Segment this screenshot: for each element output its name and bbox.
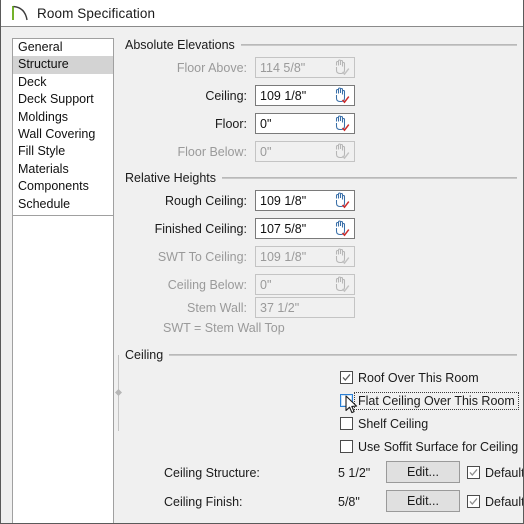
- hand-check-spinner-icon[interactable]: [332, 220, 351, 238]
- value-ceiling-finish: 5/8": [338, 495, 360, 509]
- sidebar-item-schedule[interactable]: Schedule: [13, 196, 113, 213]
- sidebar-item-deck-support[interactable]: Deck Support: [13, 91, 113, 108]
- edit-ceiling-structure-button[interactable]: Edit...: [386, 461, 460, 483]
- field-row-ceiling: Ceiling: 109 1/8": [125, 85, 355, 106]
- input-floor-above: 114 5/8": [255, 57, 355, 78]
- checkbox-label-ceiling-finish-default: Default: [485, 494, 524, 509]
- label-finished-ceiling: Finished Ceiling:: [154, 221, 247, 236]
- window-title: Room Specification: [37, 5, 156, 21]
- input-rough-ceiling[interactable]: 109 1/8": [255, 190, 355, 211]
- checkbox-flat-ceiling-over-this-room[interactable]: [340, 394, 353, 407]
- checkbox-label-use-soffit-surface-for-ceiling: Use Soffit Surface for Ceiling: [358, 439, 519, 454]
- label-ceiling: Ceiling:: [205, 88, 247, 103]
- hand-check-spinner-icon: [332, 143, 351, 161]
- sidebar-item-general[interactable]: General: [13, 39, 113, 56]
- label-ceiling-structure: Ceiling Structure:: [164, 466, 260, 480]
- field-row-ceiling-below: Ceiling Below: 0": [125, 274, 355, 295]
- checkbox-shelf-ceiling[interactable]: [340, 417, 353, 430]
- splitter-grip-icon[interactable]: [115, 389, 122, 396]
- hand-check-spinner-icon: [332, 248, 351, 266]
- checkbox-label-flat-ceiling-over-this-room: Flat Ceiling Over This Room: [354, 391, 519, 410]
- label-floor-below: Floor Below:: [177, 144, 247, 159]
- checkbox-row-use-soffit-surface-for-ceiling[interactable]: Use Soffit Surface for Ceiling: [340, 438, 518, 455]
- label-ceiling-below: Ceiling Below:: [167, 277, 247, 292]
- sidebar-item-wall-covering[interactable]: Wall Covering: [13, 126, 113, 143]
- group-divider: [222, 177, 517, 179]
- room-arc-icon: [10, 3, 32, 23]
- value-ceiling-structure: 5 1/2": [338, 466, 371, 480]
- hand-check-spinner-icon: [332, 59, 351, 77]
- input-floor-below-value: 0": [260, 144, 272, 159]
- group-header: Relative Heights: [125, 171, 517, 185]
- swt-footnote: SWT = Stem Wall Top: [163, 321, 285, 335]
- group-title-absolute-elevations: Absolute Elevations: [125, 38, 235, 52]
- input-floor[interactable]: 0": [255, 113, 355, 134]
- group-header: Absolute Elevations: [125, 38, 517, 52]
- label-ceiling-finish: Ceiling Finish:: [164, 495, 243, 509]
- input-swt-to-ceiling: 109 1/8": [255, 246, 355, 267]
- input-finished-ceiling[interactable]: 107 5/8": [255, 218, 355, 239]
- group-title-relative-heights: Relative Heights: [125, 171, 217, 185]
- room-specification-dialog: Room Specification General Structure Dec…: [0, 0, 524, 524]
- hand-check-spinner-icon[interactable]: [332, 87, 351, 105]
- panel-splitter[interactable]: [115, 355, 122, 431]
- checkbox-roof-over-this-room[interactable]: [340, 371, 353, 384]
- field-row-finished-ceiling: Finished Ceiling: 107 5/8": [125, 218, 355, 239]
- group-relative-heights: Relative Heights: [125, 171, 517, 185]
- checkbox-ceiling-finish-default[interactable]: [467, 495, 480, 508]
- input-stem-wall: 37 1/2": [255, 297, 355, 318]
- field-row-floor: Floor: 0": [125, 113, 355, 134]
- checkbox-row-shelf-ceiling[interactable]: Shelf Ceiling: [340, 415, 428, 432]
- field-row-floor-above: Floor Above: 114 5/8": [125, 57, 355, 78]
- hand-check-spinner-icon[interactable]: [332, 115, 351, 133]
- field-row-floor-below: Floor Below: 0": [125, 141, 355, 162]
- checkbox-label-shelf-ceiling: Shelf Ceiling: [358, 416, 429, 431]
- field-row-stem-wall: Stem Wall: 37 1/2": [125, 297, 355, 318]
- checkbox-use-soffit-surface-for-ceiling[interactable]: [340, 440, 353, 453]
- group-absolute-elevations: Absolute Elevations: [125, 38, 517, 52]
- input-floor-above-value: 114 5/8": [260, 60, 306, 75]
- hand-check-spinner-icon[interactable]: [332, 192, 351, 210]
- label-stem-wall: Stem Wall:: [187, 300, 247, 315]
- input-swt-to-ceiling-value: 109 1/8": [260, 249, 307, 264]
- input-floor-below: 0": [255, 141, 355, 162]
- field-row-rough-ceiling: Rough Ceiling: 109 1/8": [125, 190, 355, 211]
- input-rough-ceiling-value: 109 1/8": [260, 193, 307, 208]
- checkbox-row-roof-over-this-room[interactable]: Roof Over This Room: [340, 369, 479, 386]
- checkbox-row-ceiling-structure-default[interactable]: Default: [467, 464, 524, 481]
- edit-ceiling-finish-button[interactable]: Edit...: [386, 490, 460, 512]
- category-list[interactable]: General Structure Deck Deck Support Mold…: [12, 38, 114, 216]
- group-divider: [169, 354, 517, 356]
- checkbox-label-ceiling-structure-default: Default: [485, 465, 524, 480]
- checkbox-ceiling-structure-default[interactable]: [467, 466, 480, 479]
- label-floor-above: Floor Above:: [176, 60, 247, 75]
- input-ceiling-value: 109 1/8": [260, 88, 307, 103]
- group-divider: [240, 44, 517, 46]
- label-floor: Floor:: [215, 116, 247, 131]
- checkbox-row-ceiling-finish-default[interactable]: Default: [467, 493, 524, 510]
- input-ceiling-below-value: 0": [260, 277, 272, 292]
- input-ceiling-below: 0": [255, 274, 355, 295]
- label-swt-to-ceiling: SWT To Ceiling:: [157, 249, 247, 264]
- input-stem-wall-value: 37 1/2": [260, 300, 300, 315]
- sidebar-item-components[interactable]: Components: [13, 178, 113, 195]
- label-rough-ceiling: Rough Ceiling:: [165, 193, 247, 208]
- title-bar: Room Specification: [1, 0, 523, 27]
- checkbox-label-roof-over-this-room: Roof Over This Room: [358, 370, 479, 385]
- sidebar-item-structure[interactable]: Structure: [13, 56, 113, 74]
- field-row-swt-to-ceiling: SWT To Ceiling: 109 1/8": [125, 246, 355, 267]
- sidebar-item-fill-style[interactable]: Fill Style: [13, 143, 113, 160]
- input-finished-ceiling-value: 107 5/8": [260, 221, 307, 236]
- sidebar-item-moldings[interactable]: Moldings: [13, 109, 113, 126]
- sidebar-item-deck[interactable]: Deck: [13, 74, 113, 91]
- sidebar-item-materials[interactable]: Materials: [13, 161, 113, 178]
- checkbox-row-flat-ceiling-over-this-room[interactable]: Flat Ceiling Over This Room: [340, 391, 519, 410]
- group-ceiling: Ceiling: [125, 348, 517, 362]
- hand-check-spinner-icon: [332, 276, 351, 294]
- left-panel-background: [12, 216, 114, 523]
- input-floor-value: 0": [260, 116, 272, 131]
- group-title-ceiling: Ceiling: [125, 348, 164, 362]
- input-ceiling[interactable]: 109 1/8": [255, 85, 355, 106]
- group-header: Ceiling: [125, 348, 517, 362]
